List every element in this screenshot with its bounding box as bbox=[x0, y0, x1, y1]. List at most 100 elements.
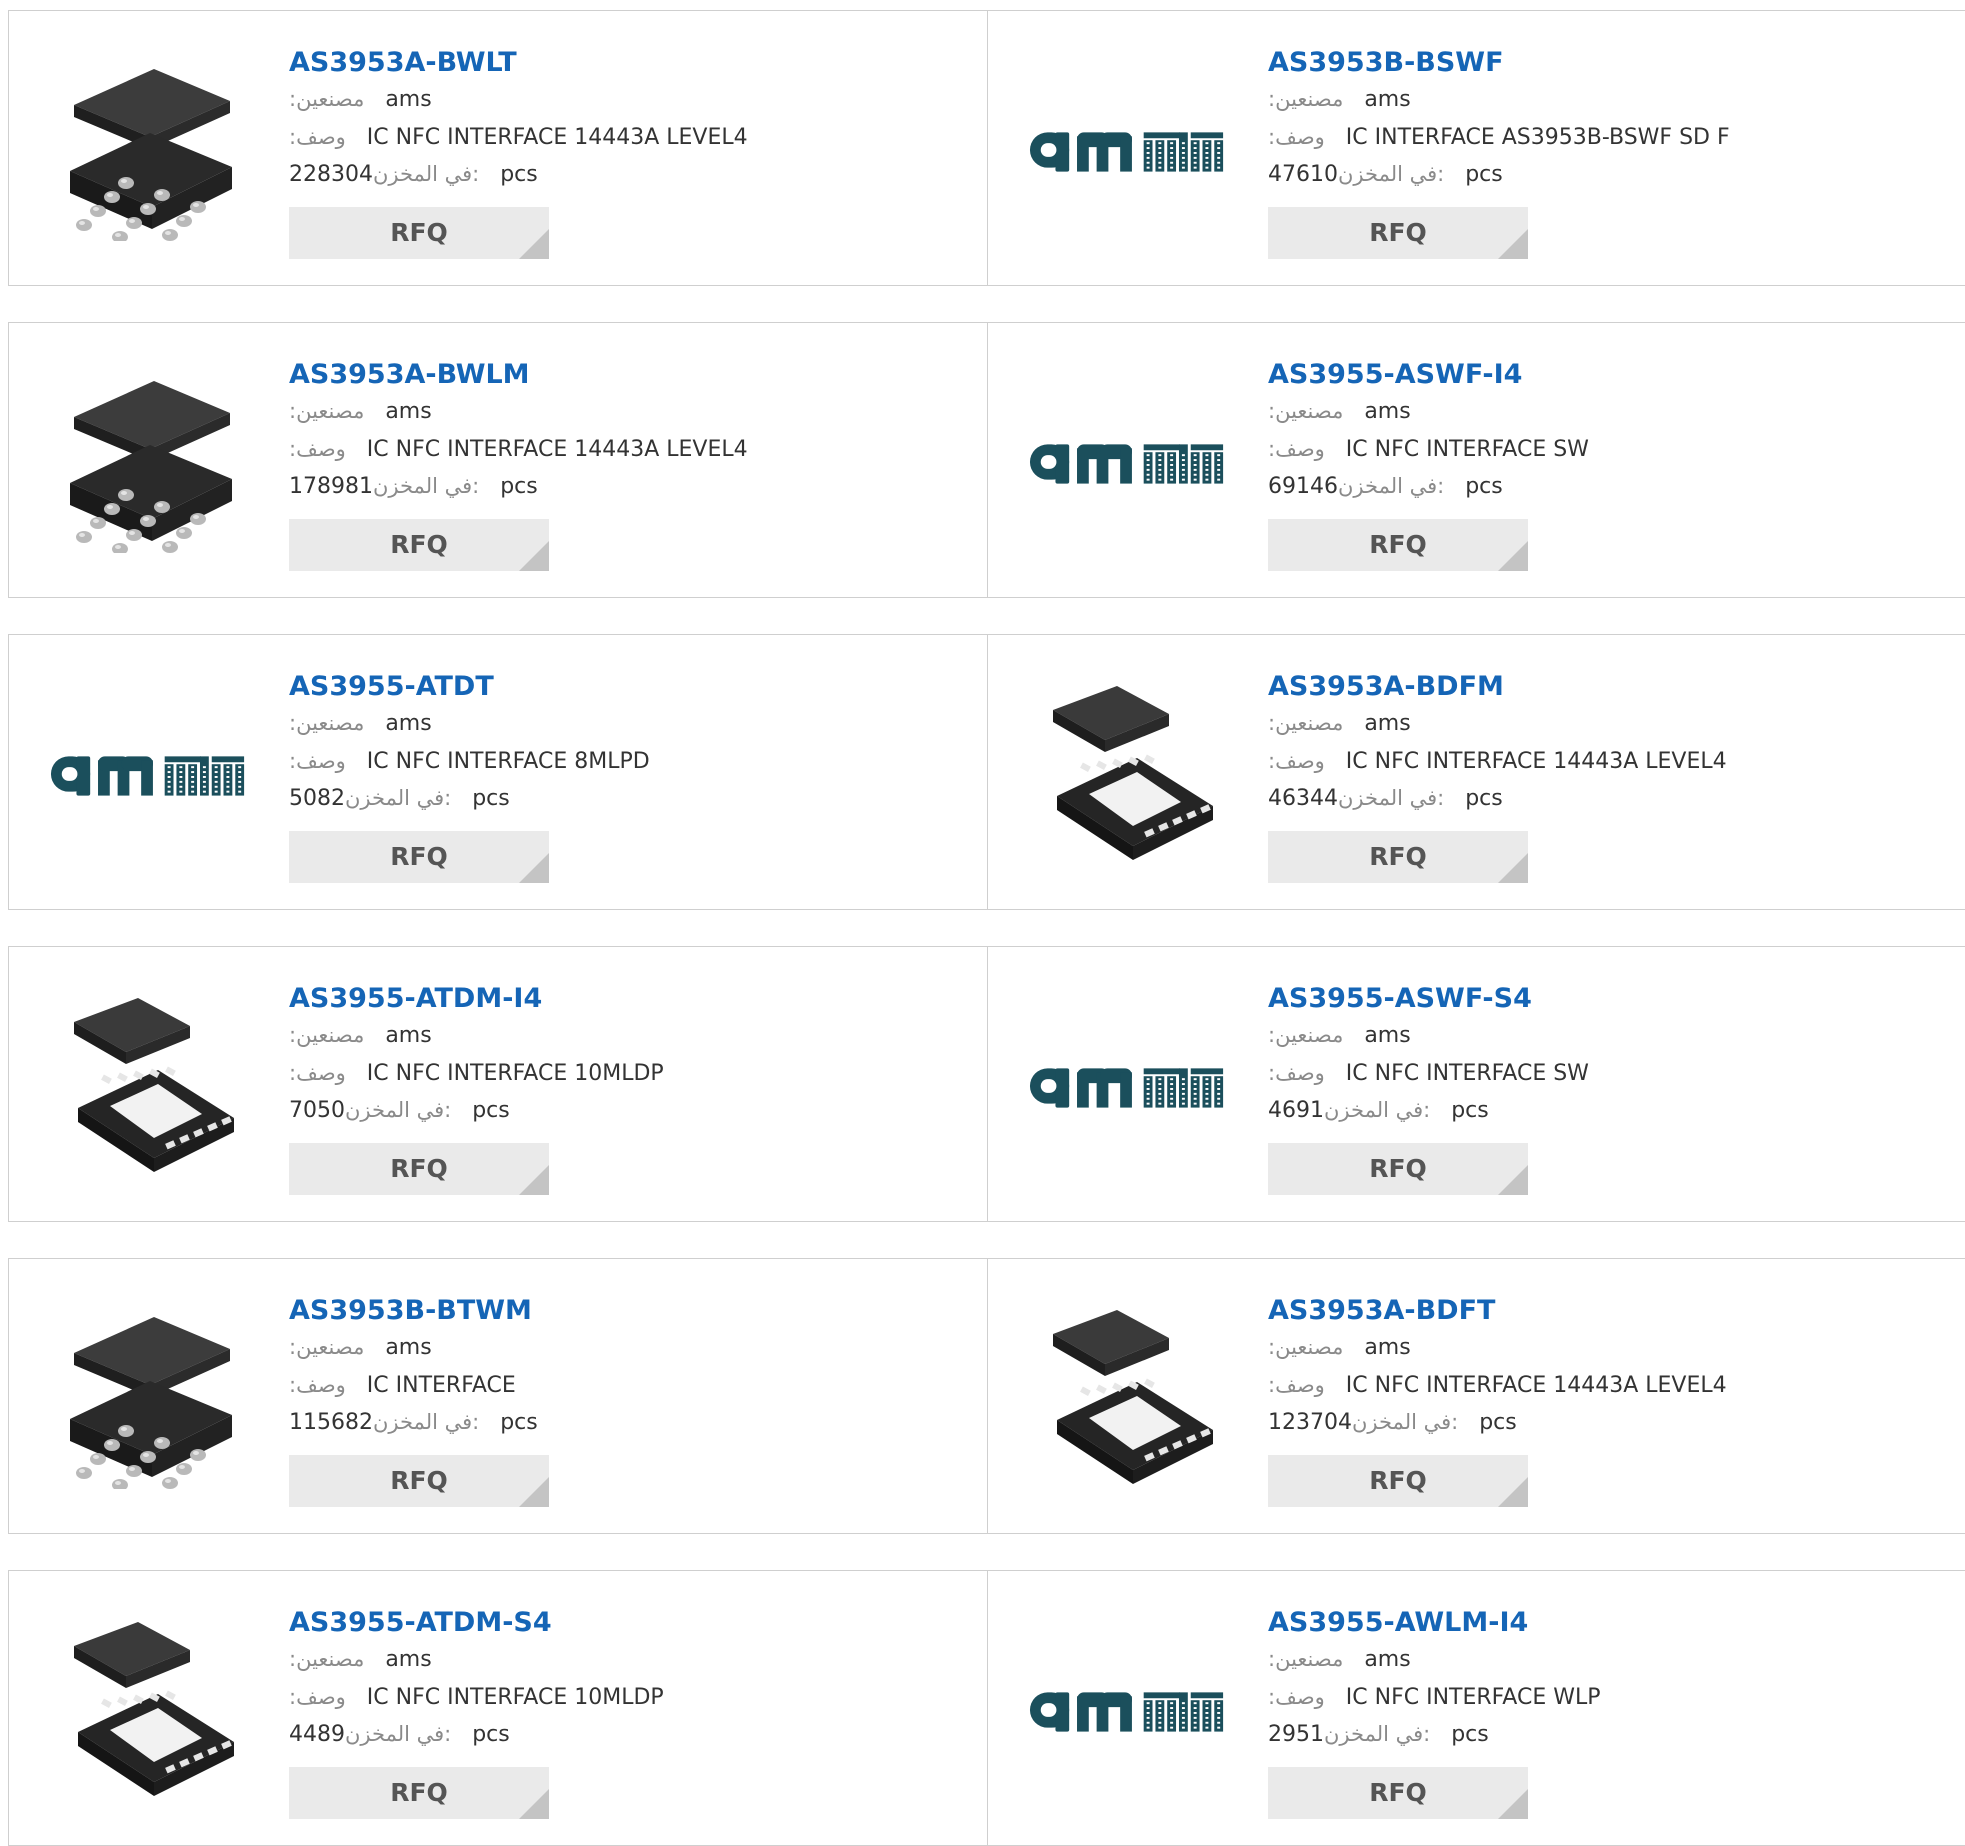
product-image[interactable] bbox=[1028, 363, 1228, 563]
rfq-button[interactable]: RFQ bbox=[1268, 206, 1528, 259]
stock-value: 5082 bbox=[289, 786, 345, 811]
stock-label: في المخزن: bbox=[1338, 474, 1445, 498]
corner-triangle-icon bbox=[519, 228, 549, 259]
rfq-label: RFQ bbox=[390, 1777, 448, 1807]
product-image[interactable] bbox=[49, 1611, 249, 1811]
stock-label: في المخزن: bbox=[1338, 162, 1445, 186]
manufacturer-label: :مصنعين bbox=[1268, 1335, 1344, 1359]
part-number-link[interactable]: AS3953A-BWLM bbox=[289, 357, 530, 393]
rfq-button[interactable]: RFQ bbox=[289, 1766, 549, 1819]
rfq-button[interactable]: RFQ bbox=[289, 1454, 549, 1507]
rfq-button[interactable]: RFQ bbox=[1268, 518, 1528, 571]
product-image[interactable] bbox=[1028, 1611, 1228, 1811]
stock-value: 4489 bbox=[289, 1722, 345, 1747]
stock-unit: pcs bbox=[472, 1722, 510, 1747]
product-image[interactable] bbox=[49, 675, 249, 875]
part-number-link[interactable]: AS3955-ATDT bbox=[289, 669, 494, 705]
manufacturer-value: ams bbox=[1364, 1647, 1411, 1672]
part-number-link[interactable]: AS3955-AWLM-I4 bbox=[1268, 1605, 1528, 1641]
description-label: :وصف bbox=[289, 436, 346, 461]
manufacturer-label: :مصنعين bbox=[1268, 711, 1344, 735]
description-label: :وصف bbox=[289, 1372, 346, 1397]
description-row: :وصف IC NFC INTERFACE 14443A LEVEL4 bbox=[289, 119, 971, 157]
wlcsp-chip-icon bbox=[70, 69, 232, 241]
rfq-button[interactable]: RFQ bbox=[289, 206, 549, 259]
stock-row: 178981في المخزن: pcs bbox=[289, 468, 971, 506]
rfq-label: RFQ bbox=[1369, 1777, 1427, 1807]
product-image[interactable] bbox=[1028, 51, 1228, 251]
stock-unit: pcs bbox=[1451, 1722, 1489, 1747]
product-image[interactable] bbox=[49, 51, 249, 251]
stock-row: 228304في المخزن: pcs bbox=[289, 156, 971, 194]
product-image[interactable] bbox=[49, 1299, 249, 1499]
rfq-button[interactable]: RFQ bbox=[1268, 1142, 1528, 1195]
wlcsp-chip-icon bbox=[70, 1317, 232, 1489]
rfq-button[interactable]: RFQ bbox=[1268, 830, 1528, 883]
stock-value: 46344 bbox=[1268, 786, 1338, 811]
stock-unit: pcs bbox=[472, 786, 510, 811]
corner-triangle-icon bbox=[519, 852, 549, 883]
part-number-link[interactable]: AS3953B-BSWF bbox=[1268, 45, 1504, 81]
part-number-link[interactable]: AS3953A-BDFM bbox=[1268, 669, 1504, 705]
stock-label: في المخزن: bbox=[345, 786, 452, 810]
manufacturer-value: ams bbox=[385, 1335, 432, 1360]
product-card: AS3953A-BWLM :مصنعين ams :وصف IC NFC INT… bbox=[8, 322, 988, 598]
description-row: :وصف IC NFC INTERFACE 10MLDP bbox=[289, 1679, 971, 1717]
part-number-link[interactable]: AS3955-ASWF-S4 bbox=[1268, 981, 1532, 1017]
description-row: :وصف IC NFC INTERFACE WLP bbox=[1268, 1679, 1949, 1717]
product-info: AS3955-ATDM-I4 :مصنعين ams :وصف IC NFC I… bbox=[289, 981, 971, 1195]
rfq-button[interactable]: RFQ bbox=[1268, 1454, 1528, 1507]
stock-value: 178981 bbox=[289, 474, 373, 499]
manufacturer-row: :مصنعين ams bbox=[289, 1329, 971, 1367]
manufacturer-label: :مصنعين bbox=[1268, 1647, 1344, 1671]
product-image[interactable] bbox=[1028, 1299, 1228, 1499]
manufacturer-row: :مصنعين ams bbox=[289, 393, 971, 431]
product-image[interactable] bbox=[49, 987, 249, 1187]
product-image[interactable] bbox=[1028, 987, 1228, 1187]
product-info: AS3953A-BDFM :مصنعين ams :وصف IC NFC INT… bbox=[1268, 669, 1949, 883]
rfq-label: RFQ bbox=[1369, 841, 1427, 871]
description-value: IC NFC INTERFACE 8MLPD bbox=[366, 748, 650, 774]
rfq-button[interactable]: RFQ bbox=[289, 830, 549, 883]
manufacturer-label: :مصنعين bbox=[1268, 1023, 1344, 1047]
part-number-link[interactable]: AS3955-ATDM-S4 bbox=[289, 1605, 552, 1641]
part-number-link[interactable]: AS3953A-BWLT bbox=[289, 45, 517, 81]
rfq-button[interactable]: RFQ bbox=[1268, 1766, 1528, 1819]
description-label: :وصف bbox=[1268, 1060, 1325, 1085]
description-label: :وصف bbox=[1268, 748, 1325, 773]
corner-triangle-icon bbox=[1498, 540, 1528, 571]
rfq-button[interactable]: RFQ bbox=[289, 518, 549, 571]
rfq-label: RFQ bbox=[390, 1465, 448, 1495]
part-number-link[interactable]: AS3955-ATDM-I4 bbox=[289, 981, 542, 1017]
manufacturer-label: :مصنعين bbox=[289, 711, 365, 735]
stock-unit: pcs bbox=[1465, 474, 1503, 499]
description-label: :وصف bbox=[1268, 124, 1325, 149]
dfn-chip-icon bbox=[74, 998, 234, 1172]
description-label: :وصف bbox=[289, 124, 346, 149]
stock-label: في المخزن: bbox=[372, 162, 480, 186]
stock-value: 4691 bbox=[1268, 1098, 1324, 1123]
description-value: IC NFC INTERFACE 14443A LEVEL4 bbox=[1345, 748, 1727, 774]
description-value: IC NFC INTERFACE 14443A LEVEL4 bbox=[366, 124, 748, 150]
product-info: AS3955-ASWF-S4 :مصنعين ams :وصف IC NFC I… bbox=[1268, 981, 1949, 1195]
stock-row: 123704في المخزن: pcs bbox=[1268, 1404, 1949, 1442]
product-image[interactable] bbox=[49, 363, 249, 563]
part-number-link[interactable]: AS3953B-BTWM bbox=[289, 1293, 532, 1329]
description-row: :وصف IC INTERFACE bbox=[289, 1367, 971, 1405]
manufacturer-value: ams bbox=[1364, 1023, 1411, 1048]
corner-triangle-icon bbox=[1498, 852, 1528, 883]
manufacturer-row: :مصنعين ams bbox=[289, 1641, 971, 1679]
product-card: AS3955-ATDM-S4 :مصنعين ams :وصف IC NFC I… bbox=[8, 1570, 988, 1846]
description-value: IC NFC INTERFACE SW bbox=[1345, 1060, 1589, 1086]
product-card: AS3953B-BSWF :مصنعين ams :وصف IC INTERFA… bbox=[987, 10, 1965, 286]
stock-value: 7050 bbox=[289, 1098, 345, 1123]
product-card: AS3955-ATDM-I4 :مصنعين ams :وصف IC NFC I… bbox=[8, 946, 988, 1222]
product-card: AS3955-ATDT :مصنعين ams :وصف IC NFC INTE… bbox=[8, 634, 988, 910]
description-value: IC NFC INTERFACE 10MLDP bbox=[366, 1060, 664, 1086]
product-image[interactable] bbox=[1028, 675, 1228, 875]
part-number-link[interactable]: AS3953A-BDFT bbox=[1268, 1293, 1495, 1329]
stock-unit: pcs bbox=[1465, 786, 1503, 811]
part-number-link[interactable]: AS3955-ASWF-I4 bbox=[1268, 357, 1522, 393]
corner-triangle-icon bbox=[519, 1164, 549, 1195]
rfq-button[interactable]: RFQ bbox=[289, 1142, 549, 1195]
